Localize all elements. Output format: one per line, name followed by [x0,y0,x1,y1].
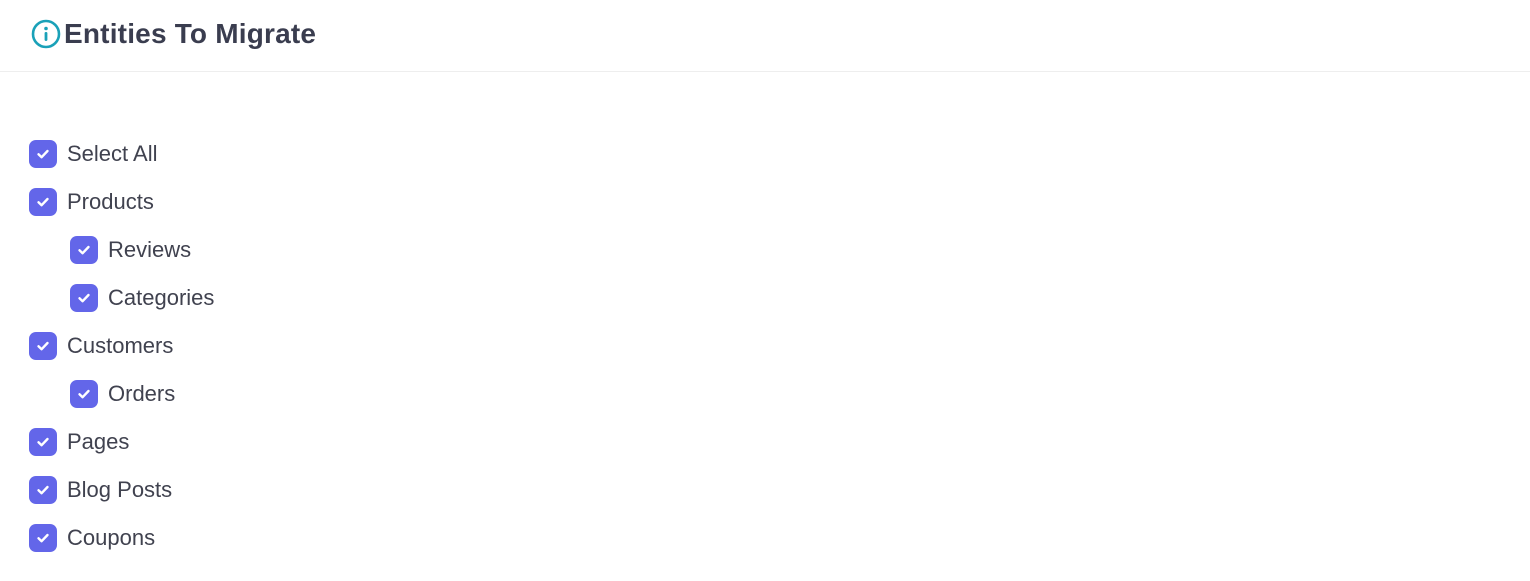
checkbox-checked[interactable] [29,524,57,552]
checkbox-item-pages[interactable]: Pages [0,418,1530,466]
check-icon [78,293,90,303]
checkbox-item-reviews[interactable]: Reviews [0,226,1530,274]
check-icon [37,533,49,543]
checkbox-label: Select All [67,141,158,166]
check-icon [37,341,49,351]
check-icon [37,437,49,447]
checkbox-item-blog-posts[interactable]: Blog Posts [0,466,1530,514]
check-icon [78,389,90,399]
checkbox-label: Blog Posts [67,477,173,502]
checkbox-checked[interactable] [70,380,98,408]
checkbox-label: Categories [108,285,215,310]
check-icon [78,245,90,255]
checkbox-label: Products [67,189,154,214]
checkbox-checked[interactable] [29,428,57,456]
checkbox-item-categories[interactable]: Categories [0,274,1530,322]
checkbox-item-select-all[interactable]: Select All [0,130,1530,178]
entities-checkbox-list: Select All Products Reviews Categories C… [0,72,1530,562]
checkbox-label: Orders [108,381,176,406]
page-title: Entities To Migrate [64,17,317,49]
check-icon [37,485,49,495]
checkbox-checked[interactable] [29,332,57,360]
checkbox-item-customers[interactable]: Customers [0,322,1530,370]
checkbox-label: Reviews [108,237,192,262]
info-icon[interactable] [30,18,62,50]
checkbox-label: Pages [67,429,130,454]
checkbox-checked[interactable] [29,140,57,168]
section-header: Entities To Migrate [0,0,1530,72]
checkbox-item-coupons[interactable]: Coupons [0,514,1530,562]
checkbox-checked[interactable] [70,284,98,312]
checkbox-label: Customers [67,333,174,358]
checkbox-item-orders[interactable]: Orders [0,370,1530,418]
checkbox-label: Coupons [67,525,156,550]
check-icon [37,197,49,207]
checkbox-checked[interactable] [29,476,57,504]
checkbox-item-products[interactable]: Products [0,178,1530,226]
checkbox-checked[interactable] [29,188,57,216]
check-icon [37,149,49,159]
checkbox-checked[interactable] [70,236,98,264]
